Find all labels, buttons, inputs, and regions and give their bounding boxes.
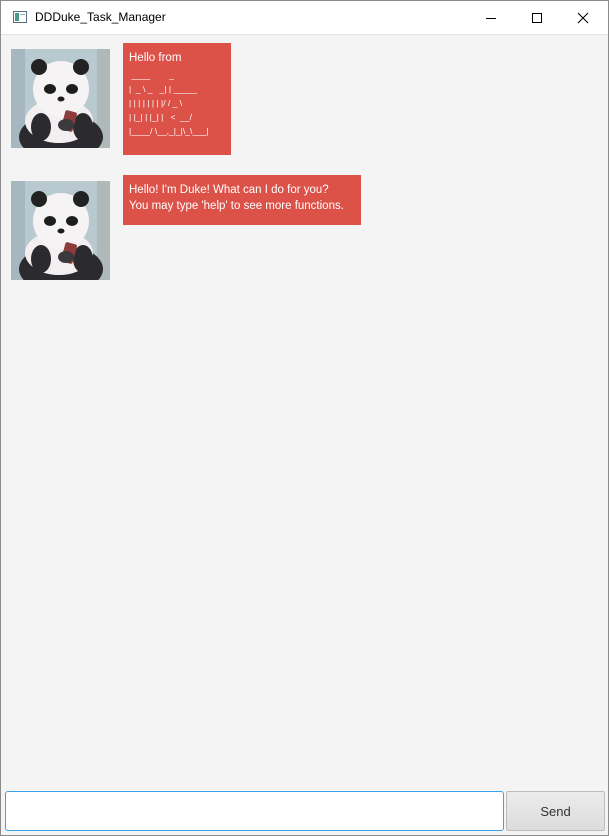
ascii-art-line: | |_| | |_| | < __/ — [129, 112, 192, 122]
dialog-box: Hello from ____ _ | _ \ _ _| | _____ | |… — [5, 43, 605, 162]
app-icon — [13, 11, 27, 23]
panda-avatar-icon — [11, 181, 110, 280]
close-icon — [577, 12, 589, 24]
panda-avatar-icon — [11, 49, 110, 148]
message-text: You may type 'help' to see more function… — [129, 200, 344, 212]
send-button[interactable]: Send — [506, 791, 605, 831]
title-bar[interactable]: DDDuke_Task_Manager — [1, 1, 608, 35]
minimize-icon — [486, 18, 496, 19]
message-text: Hello from — [129, 52, 182, 64]
ascii-art-line: | | | | | | | |/ / _ \ — [129, 98, 183, 108]
dialog-box: Hello! I'm Duke! What can I do for you? … — [5, 175, 605, 280]
ascii-art-line: | _ \ _ _| | _____ — [129, 84, 200, 94]
maximize-icon — [532, 13, 542, 23]
avatar — [11, 181, 110, 280]
avatar — [11, 49, 110, 148]
window-title: DDDuke_Task_Manager — [35, 10, 166, 24]
message-text: Hello! I'm Duke! What can I do for you? — [129, 184, 329, 196]
message-input[interactable] — [5, 791, 504, 831]
message-bubble: Hello from ____ _ | _ \ _ _| | _____ | |… — [123, 43, 231, 155]
message-bubble: Hello! I'm Duke! What can I do for you? … — [123, 175, 361, 225]
close-button[interactable] — [560, 1, 606, 34]
ascii-art-line: |____/ \__,_|_|\_\___| — [129, 126, 209, 136]
maximize-button[interactable] — [514, 1, 560, 34]
ascii-art-line: ____ _ — [129, 70, 193, 80]
minimize-button[interactable] — [468, 1, 514, 34]
